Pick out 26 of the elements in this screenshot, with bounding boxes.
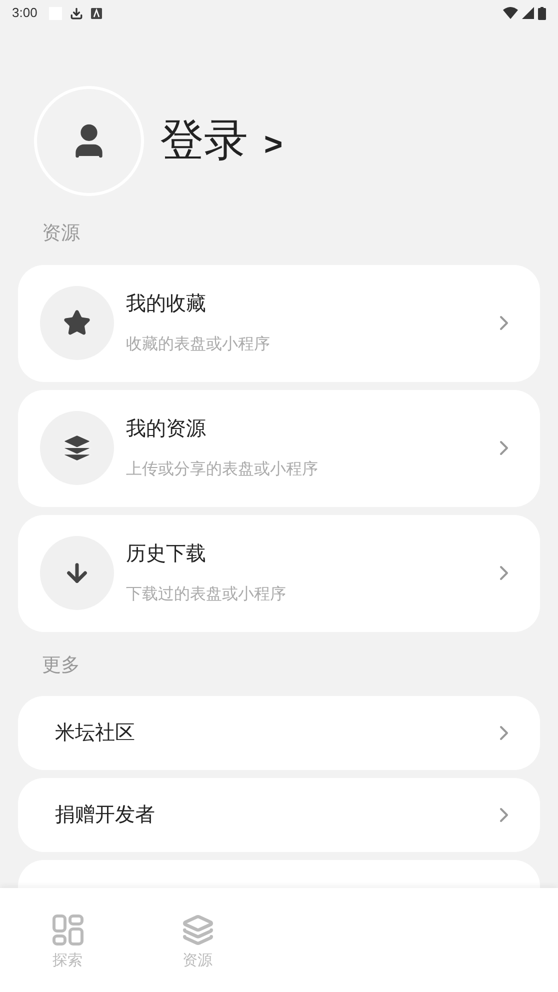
- download-icon: [70, 6, 84, 20]
- login-link[interactable]: 登录 >: [160, 108, 283, 174]
- menu-card[interactable]: 我的收藏 收藏的表盘或小程序: [18, 264, 540, 382]
- section-title: 资源: [42, 222, 81, 246]
- star-icon: [63, 309, 91, 337]
- card-title: 捐赠开发者: [55, 803, 156, 828]
- section-title: 更多: [42, 654, 81, 678]
- card-subtitle: 收藏的表盘或小程序: [126, 334, 271, 355]
- card-title: 历史下载: [126, 542, 207, 567]
- card-subtitle: 下载过的表盘或小程序: [126, 584, 287, 605]
- status-time: 3:00: [12, 4, 38, 22]
- avatar[interactable]: [34, 86, 144, 196]
- card-title: 我的资源: [126, 417, 207, 442]
- menu-card[interactable]: 历史下载 下载过的表盘或小程序: [18, 514, 540, 632]
- menu-card[interactable]: 捐赠开发者: [18, 778, 540, 852]
- app-icon: [91, 8, 102, 18]
- layers-icon: [182, 914, 214, 946]
- battery-icon: [538, 6, 546, 20]
- grid-icon: [52, 914, 84, 946]
- menu-card[interactable]: 我的资源 上传或分享的表盘或小程序: [18, 390, 540, 506]
- signal-icon: [522, 7, 534, 19]
- card-title: 我的收藏: [126, 292, 207, 317]
- menu-card[interactable]: 米坛社区: [18, 696, 540, 770]
- card-title: 米坛社区: [55, 721, 136, 746]
- wifi-icon: [503, 7, 518, 19]
- card-subtitle: 上传或分享的表盘或小程序: [126, 460, 319, 480]
